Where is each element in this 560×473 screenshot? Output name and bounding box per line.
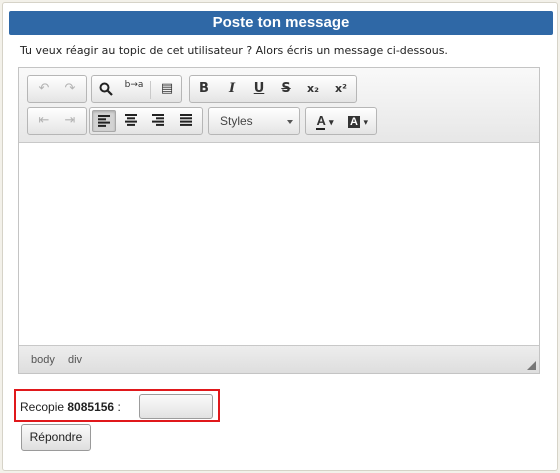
find-group: b→a ▤ — [91, 75, 182, 103]
rich-text-editor: ↶ ↷ b→a ▤ B I U S x₂ x² ⇤ ⇥ Styles A ▾ A… — [18, 67, 540, 374]
align-right-icon — [152, 114, 164, 126]
alignment-group — [89, 107, 203, 135]
bold-button[interactable]: B — [192, 78, 216, 100]
captcha-colon: : — [117, 400, 121, 414]
resize-grip-icon[interactable] — [527, 361, 536, 370]
basic-styles-group: B I U S x₂ x² — [189, 75, 357, 103]
editor-status-bar: body div — [19, 345, 539, 373]
captcha-label: Recopie 8085156 : — [20, 400, 121, 414]
editor-toolbar: ↶ ↷ b→a ▤ B I U S x₂ x² ⇤ ⇥ Styles A ▾ A… — [19, 68, 539, 143]
background-color-button[interactable]: A ▾ — [342, 110, 374, 132]
text-color-button[interactable]: A ▾ — [309, 110, 341, 132]
indent-button[interactable]: ⇥ — [58, 110, 82, 132]
path-body[interactable]: body — [31, 354, 55, 366]
redo-button[interactable]: ↷ — [58, 78, 82, 100]
path-div[interactable]: div — [68, 354, 82, 366]
replace-button[interactable]: b→a — [122, 78, 146, 100]
color-group: A ▾ A ▾ — [305, 107, 377, 135]
styles-dropdown-label: Styles — [220, 114, 253, 128]
chevron-down-icon: ▾ — [363, 117, 369, 127]
reply-button[interactable]: Répondre — [21, 424, 91, 451]
toolbar-separator — [150, 81, 151, 99]
search-icon — [99, 82, 113, 96]
strikethrough-button[interactable]: S — [274, 78, 298, 100]
undo-button[interactable]: ↶ — [32, 78, 56, 100]
align-left-button[interactable] — [92, 110, 116, 132]
align-center-icon — [125, 114, 137, 126]
outdent-button[interactable]: ⇤ — [32, 110, 56, 132]
justify-button[interactable] — [174, 110, 198, 132]
align-right-button[interactable] — [146, 110, 170, 132]
indent-group: ⇤ ⇥ — [27, 107, 87, 135]
underline-button[interactable]: U — [247, 78, 271, 100]
styles-dropdown[interactable]: Styles — [208, 107, 300, 135]
panel-title: Poste ton message — [9, 11, 553, 35]
undo-redo-group: ↶ ↷ — [27, 75, 87, 103]
captcha-prompt: Recopie — [20, 400, 65, 414]
select-all-button[interactable]: ▤ — [155, 78, 179, 100]
italic-button[interactable]: I — [220, 78, 244, 100]
captcha-input[interactable] — [139, 394, 213, 419]
text-color-icon: A — [316, 113, 326, 130]
align-left-icon — [98, 115, 110, 127]
subscript-button[interactable]: x₂ — [301, 78, 325, 100]
chevron-down-icon: ▾ — [329, 117, 334, 127]
justify-icon — [180, 114, 192, 126]
intro-text: Tu veux réagir au topic de cet utilisate… — [20, 44, 448, 57]
message-editing-area[interactable] — [19, 144, 539, 344]
chevron-down-icon — [287, 120, 293, 124]
bg-color-icon: A — [347, 116, 360, 128]
align-center-button[interactable] — [119, 110, 143, 132]
captcha-section: Recopie 8085156 : — [14, 389, 220, 422]
captcha-code: 8085156 — [67, 400, 115, 414]
find-button[interactable] — [94, 78, 118, 100]
superscript-button[interactable]: x² — [329, 78, 353, 100]
